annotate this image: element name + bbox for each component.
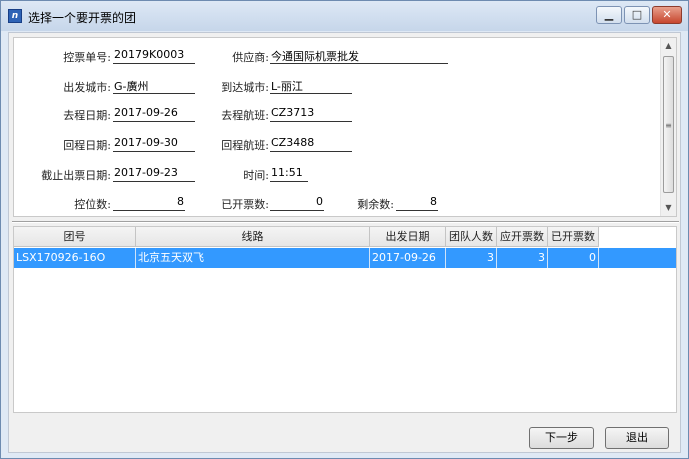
table-row[interactable]: LSX170926-16O 北京五天双飞 2017-09-26 3 3 0 xyxy=(14,248,676,268)
return-date-label: 回程日期: xyxy=(63,139,111,152)
issued-count-field[interactable]: 0 xyxy=(270,195,324,211)
column-header-depart-date[interactable]: 出发日期 xyxy=(370,227,446,247)
cell-issued: 0 xyxy=(548,248,599,268)
return-flight-label: 回程航班: xyxy=(221,139,269,152)
outbound-date-label: 去程日期: xyxy=(63,109,111,122)
depart-city-label: 出发城市: xyxy=(63,81,111,94)
arrive-city-field[interactable]: L-丽江 xyxy=(270,78,352,94)
minimize-icon: ▁ xyxy=(604,8,614,21)
title-bar[interactable]: n 选择一个要开票的团 ▁ □ ✕ xyxy=(1,1,688,31)
column-header-issued[interactable]: 已开票数 xyxy=(548,227,599,247)
remaining-count-label: 剩余数: xyxy=(357,198,394,211)
cell-team-size: 3 xyxy=(446,248,497,268)
scroll-up-icon[interactable]: ▲ xyxy=(661,38,676,54)
return-flight-field[interactable]: CZ3488 xyxy=(270,136,352,152)
close-button[interactable]: ✕ xyxy=(652,6,682,24)
scroll-thumb[interactable]: ≡ xyxy=(663,56,674,193)
client-area: 控票单号: 20179K0003 供应商: 今通国际机票批发 出发城市: G-廣… xyxy=(8,32,681,453)
issued-count-label: 已开票数: xyxy=(221,198,269,211)
maximize-button[interactable]: □ xyxy=(624,6,650,24)
ticket-no-label: 控票单号: xyxy=(63,51,111,64)
deadline-date-field[interactable]: 2017-09-23 xyxy=(113,166,195,182)
return-date-field[interactable]: 2017-09-30 xyxy=(113,136,195,152)
column-header-team-size[interactable]: 团队人数 xyxy=(446,227,497,247)
scroll-down-icon[interactable]: ▼ xyxy=(661,200,676,216)
dialog-window: n 选择一个要开票的团 ▁ □ ✕ 控票单号: 20179K0003 供应商: … xyxy=(0,0,689,459)
outbound-flight-label: 去程航班: xyxy=(221,109,269,122)
outbound-flight-field[interactable]: CZ3713 xyxy=(270,106,352,122)
grip-icon: ≡ xyxy=(665,121,672,130)
column-header-to-issue[interactable]: 应开票数 xyxy=(497,227,548,247)
ticket-no-field[interactable]: 20179K0003 xyxy=(113,48,195,64)
reserved-count-field[interactable]: 8 xyxy=(113,195,185,211)
depart-city-field[interactable]: G-廣州 xyxy=(113,78,195,94)
time-label: 时间: xyxy=(243,169,269,182)
remaining-count-field[interactable]: 8 xyxy=(396,195,438,211)
cell-to-issue: 3 xyxy=(497,248,548,268)
exit-button[interactable]: 退出 xyxy=(605,427,669,449)
minimize-button[interactable]: ▁ xyxy=(596,6,622,24)
app-icon: n xyxy=(8,9,22,23)
deadline-date-label: 截止出票日期: xyxy=(41,169,111,182)
time-field[interactable]: 11:51 xyxy=(270,166,308,182)
vertical-scrollbar[interactable]: ▲ ≡ ▼ xyxy=(660,38,676,216)
cell-group-no: LSX170926-16O xyxy=(14,248,136,268)
next-button[interactable]: 下一步 xyxy=(529,427,594,449)
close-icon: ✕ xyxy=(662,8,672,21)
supplier-field[interactable]: 今通国际机票批发 xyxy=(270,48,448,64)
group-table: 团号 线路 出发日期 团队人数 应开票数 已开票数 LSX170926-16O … xyxy=(13,226,677,413)
supplier-label: 供应商: xyxy=(232,51,269,64)
table-header: 团号 线路 出发日期 团队人数 应开票数 已开票数 xyxy=(14,227,599,247)
cell-depart-date: 2017-09-26 xyxy=(370,248,446,268)
reserved-count-label: 控位数: xyxy=(74,198,111,211)
column-header-group-no[interactable]: 团号 xyxy=(14,227,136,247)
cell-route: 北京五天双飞 xyxy=(136,248,370,268)
outbound-date-field[interactable]: 2017-09-26 xyxy=(113,106,195,122)
maximize-icon: □ xyxy=(631,8,643,21)
arrive-city-label: 到达城市: xyxy=(221,81,269,94)
window-title: 选择一个要开票的团 xyxy=(28,11,137,25)
splitter[interactable] xyxy=(12,221,679,223)
column-header-route[interactable]: 线路 xyxy=(136,227,370,247)
info-panel: 控票单号: 20179K0003 供应商: 今通国际机票批发 出发城市: G-廣… xyxy=(13,37,677,217)
